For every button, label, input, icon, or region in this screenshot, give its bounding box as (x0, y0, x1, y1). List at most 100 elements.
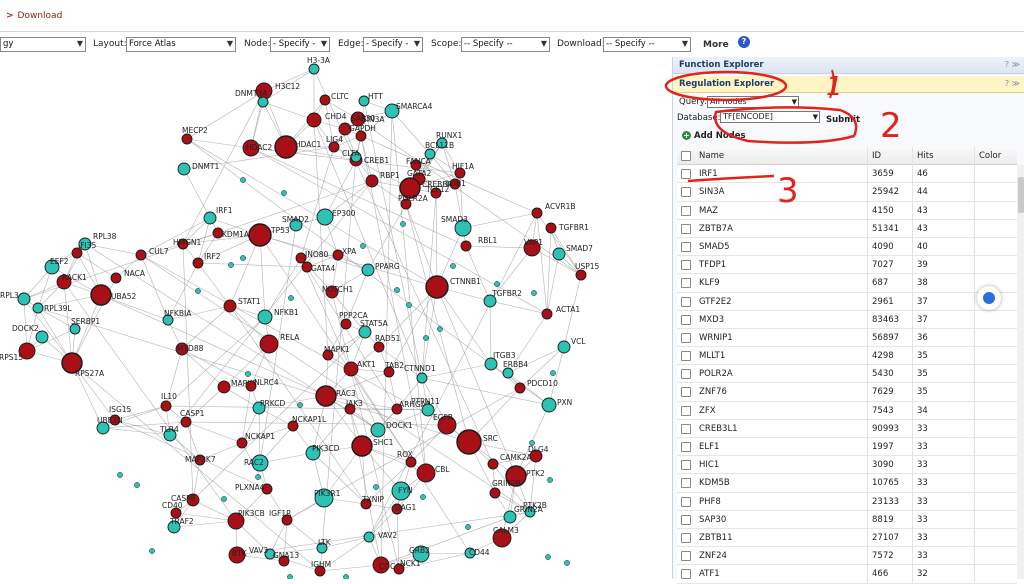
graph-node-dot[interactable] (400, 221, 406, 227)
graph-node[interactable] (90, 284, 112, 306)
table-row[interactable]: WRNIP1 56897 36 (677, 328, 1017, 348)
graph-node-dot[interactable] (450, 263, 456, 269)
graph-node[interactable] (416, 372, 428, 384)
table-row[interactable]: KLF9 687 38 (677, 274, 1017, 293)
column-header-name[interactable]: Name (699, 151, 724, 161)
graph-node-dot[interactable] (221, 496, 227, 502)
graph-node-dot[interactable] (465, 524, 471, 530)
graph-node[interactable] (545, 222, 557, 234)
row-checkbox[interactable] (681, 442, 691, 452)
scrollbar-thumb[interactable] (1018, 177, 1024, 213)
row-checkbox[interactable] (681, 423, 691, 434)
row-checkbox[interactable] (681, 478, 691, 489)
table-row[interactable]: ELF1 1997 33 (677, 438, 1017, 457)
graph-node-dot[interactable] (343, 574, 349, 579)
row-checkbox[interactable] (681, 551, 691, 562)
collapse-icon[interactable]: ? ≫ (1005, 60, 1020, 69)
graph-node[interactable] (217, 380, 231, 394)
graph-node-dot[interactable] (240, 177, 246, 183)
graph-node[interactable] (160, 400, 172, 412)
layout-select[interactable]: Force Atlas ▼ (126, 37, 236, 52)
graph-node-dot[interactable] (288, 295, 294, 301)
table-row[interactable]: ZBTB11 27107 33 (677, 528, 1017, 548)
graph-node[interactable] (370, 422, 386, 438)
graph-node[interactable] (17, 292, 31, 306)
graph-node-dot[interactable] (287, 574, 293, 579)
graph-node[interactable] (489, 487, 501, 499)
help-icon[interactable]: ? (738, 36, 750, 48)
graph-node[interactable] (541, 308, 553, 320)
graph-node-dot[interactable] (195, 288, 201, 294)
column-header-id[interactable]: ID (872, 151, 881, 161)
network-graph[interactable]: H3-3AH3C12DNMT3A CLTC HTTSIN3ASMARCA4CHD4M… (0, 57, 668, 579)
row-checkbox[interactable] (681, 405, 691, 416)
graph-node[interactable] (259, 334, 279, 354)
graph-node[interactable] (340, 318, 352, 330)
table-row[interactable]: ZNF76 7629 35 (677, 383, 1017, 402)
graph-node[interactable] (308, 63, 320, 75)
graph-node[interactable] (248, 223, 272, 247)
column-header-hits[interactable]: Hits (917, 151, 934, 161)
row-checkbox[interactable] (681, 223, 691, 234)
graph-node[interactable] (373, 341, 385, 353)
ontology-select[interactable]: gy ▼ (0, 37, 86, 52)
collapse-icon[interactable]: ? ≫ (1005, 79, 1020, 88)
graph-node[interactable] (531, 207, 543, 219)
table-row[interactable]: KDM5B 10765 33 (677, 474, 1017, 493)
query-select[interactable]: All nodes ▼ (707, 96, 799, 108)
graph-node-dot[interactable] (134, 482, 140, 488)
table-row[interactable]: ZFX 7543 34 (677, 401, 1017, 420)
table-row[interactable]: CREB3L1 90993 33 (677, 419, 1017, 438)
row-checkbox[interactable] (681, 496, 691, 507)
row-checkbox[interactable] (681, 314, 691, 325)
table-row[interactable]: TFDP1 7027 39 (677, 256, 1017, 275)
row-checkbox[interactable] (681, 514, 691, 525)
row-checkbox[interactable] (681, 460, 691, 471)
graph-node-dot[interactable] (373, 484, 379, 490)
graph-node[interactable] (319, 94, 331, 106)
graph-node[interactable] (502, 367, 514, 379)
database-select[interactable]: TF[ENCODE] ▼ (720, 111, 820, 123)
graph-node-dot[interactable] (149, 548, 155, 554)
table-row[interactable]: MXD3 83463 37 (677, 310, 1017, 329)
scope-select[interactable]: -- Specify -- ▼ (461, 37, 550, 52)
graph-node[interactable] (316, 208, 334, 226)
graph-node[interactable] (363, 531, 375, 543)
graph-node-dot[interactable] (547, 477, 553, 483)
graph-node[interactable] (181, 133, 193, 145)
graph-node[interactable] (487, 458, 499, 470)
edge-select[interactable]: - Specify - ▼ (363, 37, 423, 52)
graph-node[interactable] (192, 257, 204, 269)
graph-node-dot[interactable] (423, 335, 429, 341)
graph-node-dot[interactable] (117, 472, 123, 478)
graph-node[interactable] (456, 429, 482, 455)
table-row[interactable]: SIN3A 25942 44 (677, 183, 1017, 202)
graph-node[interactable] (223, 299, 237, 313)
graph-node-dot[interactable] (255, 474, 261, 480)
row-checkbox[interactable] (681, 532, 691, 543)
graph-node[interactable] (575, 269, 587, 281)
graph-node-dot[interactable] (531, 290, 537, 296)
graph-node-dot[interactable] (437, 326, 443, 332)
graph-node-dot[interactable] (545, 554, 551, 560)
graph-node[interactable] (135, 249, 147, 261)
graph-node[interactable] (416, 463, 436, 483)
row-checkbox[interactable] (681, 387, 691, 398)
download-select[interactable]: -- Specify -- ▼ (603, 37, 691, 52)
graph-node[interactable] (110, 272, 122, 284)
table-row[interactable]: HIC1 3090 33 (677, 456, 1017, 475)
graph-node[interactable] (552, 247, 566, 261)
column-header-color[interactable]: Color (979, 151, 1001, 161)
graph-node-dot[interactable] (494, 281, 500, 287)
row-checkbox[interactable] (681, 187, 691, 198)
more-button[interactable]: More (703, 40, 729, 50)
graph-node[interactable] (177, 162, 191, 176)
row-checkbox[interactable] (681, 205, 691, 216)
row-checkbox[interactable] (681, 169, 691, 180)
graph-node[interactable] (274, 135, 298, 159)
table-row[interactable]: IRF1 3659 46 (677, 165, 1017, 184)
regulation-explorer-header[interactable]: Regulation Explorer ? ≫ (673, 76, 1024, 93)
graph-node[interactable] (351, 435, 373, 457)
graph-node-dot[interactable] (228, 262, 234, 268)
graph-node-dot[interactable] (564, 560, 570, 566)
